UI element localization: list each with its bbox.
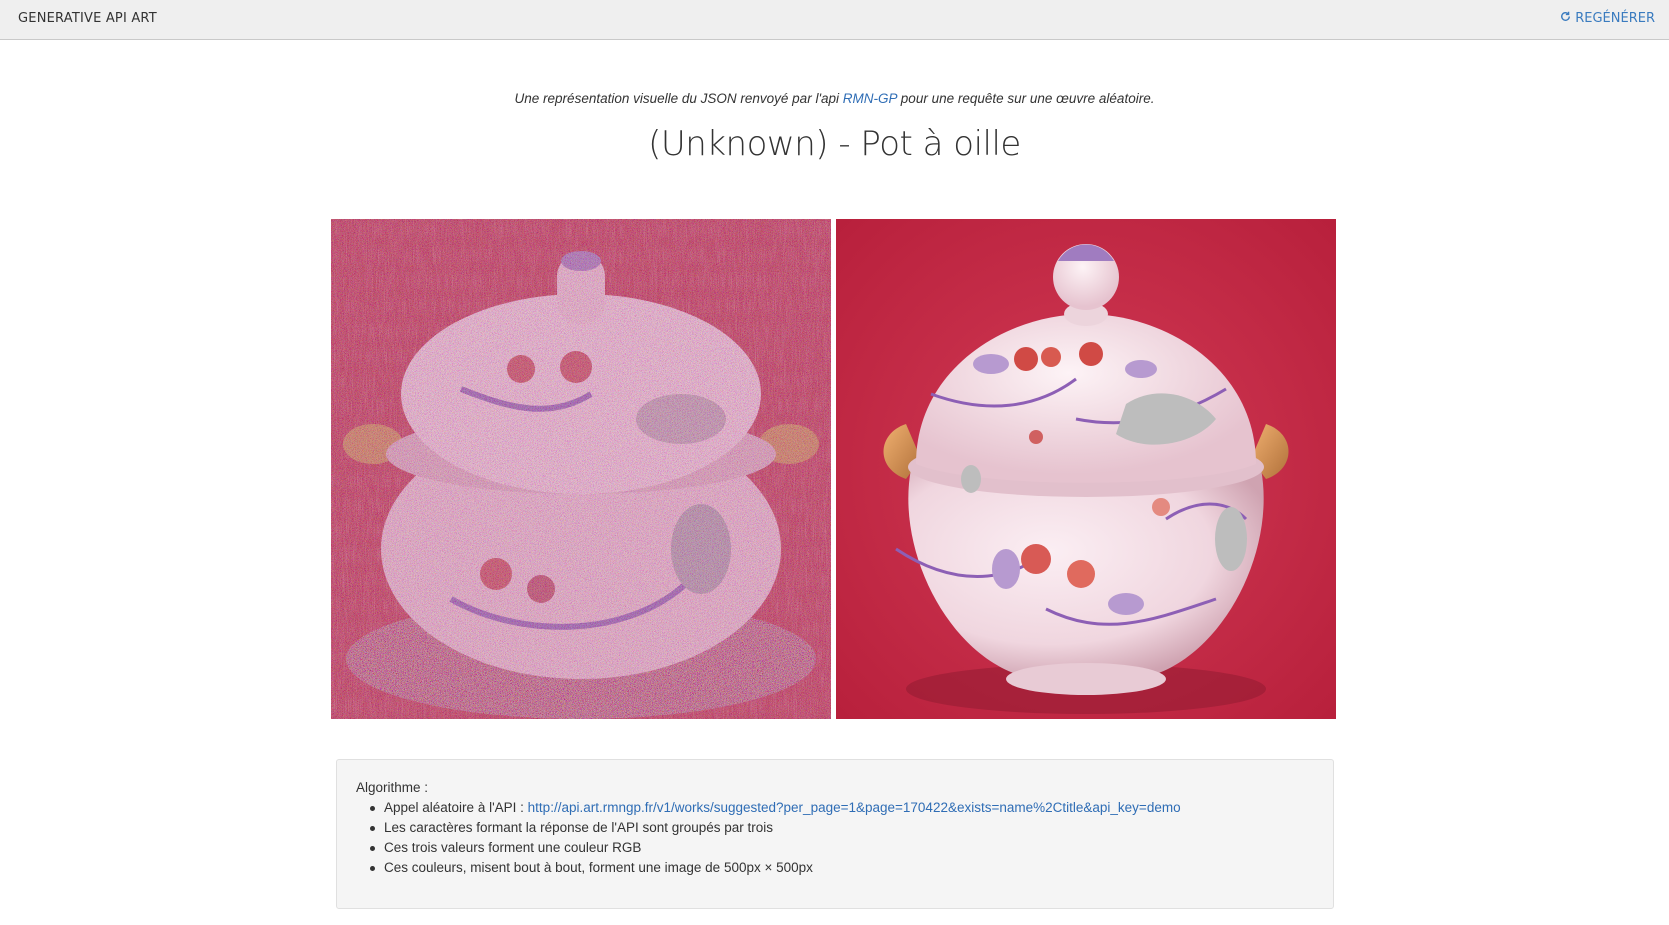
refresh-icon bbox=[1560, 11, 1571, 26]
list-item: Les caractères formant la réponse de l'A… bbox=[370, 818, 1314, 838]
navbar: GENERATIVE API ART REGÉNÉRER bbox=[0, 0, 1669, 40]
subtitle-text-after: pour une requête sur une œuvre aléatoire… bbox=[897, 91, 1155, 106]
page-subtitle: Une représentation visuelle du JSON renv… bbox=[0, 91, 1669, 106]
algorithm-label: Algorithme : bbox=[356, 780, 429, 795]
subtitle-text-before: Une représentation visuelle du JSON renv… bbox=[514, 91, 843, 106]
list-item: Appel aléatoire à l'API : http://api.art… bbox=[370, 798, 1314, 818]
algorithm-panel: Algorithme : Appel aléatoire à l'API : h… bbox=[336, 759, 1334, 909]
algorithm-steps: Appel aléatoire à l'API : http://api.art… bbox=[356, 798, 1314, 878]
page-title: (Unknown) - Pot à oille bbox=[648, 124, 1021, 164]
api-url-link[interactable]: http://api.art.rmngp.fr/v1/works/suggest… bbox=[528, 800, 1181, 815]
regenerate-button[interactable]: REGÉNÉRER bbox=[1560, 11, 1655, 26]
list-item: Ces trois valeurs forment une couleur RG… bbox=[370, 838, 1314, 858]
rmn-gp-link[interactable]: RMN-GP bbox=[843, 91, 897, 106]
generated-image bbox=[331, 219, 831, 719]
step-text: Appel aléatoire à l'API : bbox=[384, 800, 528, 815]
list-item: Ces couleurs, misent bout à bout, formen… bbox=[370, 858, 1314, 878]
artwork-image bbox=[836, 219, 1336, 719]
brand-link[interactable]: GENERATIVE API ART bbox=[18, 11, 157, 26]
regenerate-label: REGÉNÉRER bbox=[1575, 11, 1655, 26]
